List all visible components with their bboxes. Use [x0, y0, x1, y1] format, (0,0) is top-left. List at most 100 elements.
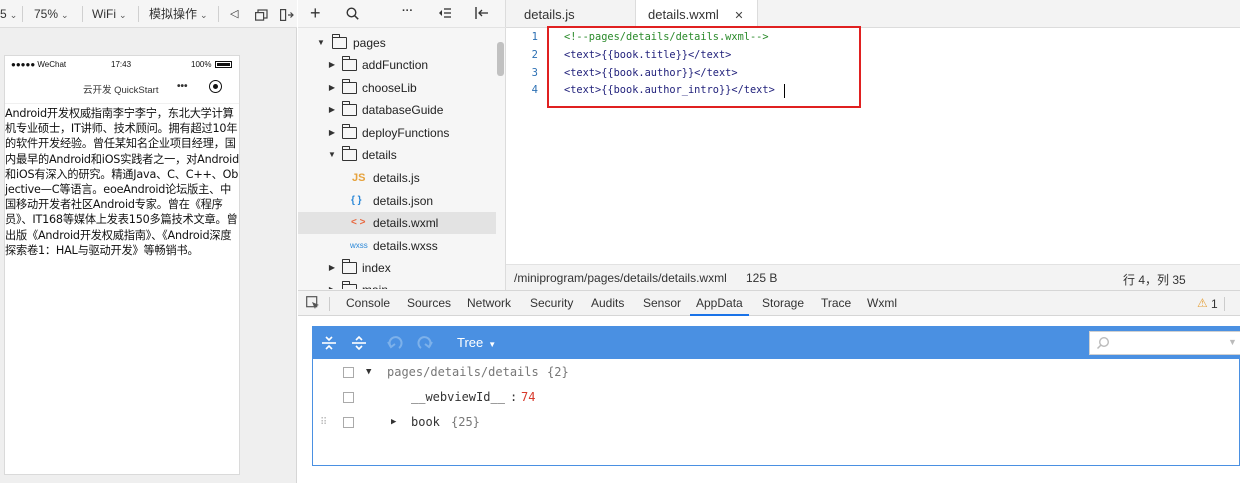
caret-down-icon: ▼	[488, 340, 497, 349]
row-checkbox[interactable]	[343, 392, 354, 403]
folder-icon	[341, 79, 357, 94]
close-capsule-icon[interactable]	[209, 80, 222, 93]
folder-icon	[341, 56, 357, 71]
network-label: WiFi	[92, 7, 116, 21]
appdata-row-book[interactable]: ⠿ ▶ book {25}	[313, 410, 1239, 435]
tab-network[interactable]: Network	[467, 291, 511, 316]
cursor-position[interactable]: 行 4，列 35	[1123, 271, 1186, 288]
chevron-right-icon: ▶	[328, 263, 336, 272]
tree-item-label: main	[362, 279, 388, 289]
chevron-down-icon: ▼	[317, 38, 325, 47]
mute-icon[interactable]: ◁	[230, 0, 238, 28]
tab-security[interactable]: Security	[530, 291, 573, 316]
tab-label: details.wxml	[648, 7, 719, 22]
tab-storage[interactable]: Storage	[762, 291, 804, 316]
tree-folder-pages[interactable]: ▼ pages	[298, 32, 496, 54]
redo-icon[interactable]	[416, 335, 434, 354]
folder-icon	[341, 124, 357, 139]
battery-icon	[215, 61, 232, 68]
divider	[82, 6, 83, 22]
data-count: {2}	[547, 365, 569, 379]
nav-title: 云开发 QuickStart	[83, 85, 159, 96]
folder-icon	[341, 259, 357, 274]
warning-icon[interactable]: ⚠	[1197, 296, 1208, 310]
file-size: 125 B	[746, 271, 778, 285]
chevron-right-icon: ▶	[328, 83, 336, 92]
tree-file-details-wxss[interactable]: wxss details.wxss	[298, 235, 496, 257]
json-file-icon: { }	[351, 195, 362, 206]
sort-icon[interactable]	[438, 7, 452, 22]
operation-label: 模拟操作	[149, 7, 198, 21]
tree-folder-index[interactable]: ▶ index	[298, 257, 496, 279]
tab-details-wxml[interactable]: details.wxml ✕	[635, 0, 758, 29]
devtools-tab-bar: Console Sources Network Security Audits …	[298, 290, 1240, 316]
data-value[interactable]: 74	[521, 385, 535, 410]
search-icon[interactable]	[346, 7, 359, 23]
tree-folder-chooselib[interactable]: ▶ chooseLib	[298, 77, 496, 99]
tree-folder-details[interactable]: ▼ details	[298, 144, 496, 166]
appdata-row-root[interactable]: ▼ pages/details/details {2}	[313, 360, 1239, 385]
tree-file-details-js[interactable]: JS details.js	[298, 167, 496, 189]
row-checkbox[interactable]	[343, 417, 354, 428]
chevron-down-icon[interactable]: ▼	[366, 360, 371, 385]
phone-status-bar: ●●●●● WeChat 17:43 100%	[5, 56, 239, 74]
search-icon	[1096, 336, 1110, 353]
tree-item-label: deployFunctions	[362, 126, 450, 140]
zoom-select[interactable]: 75% ⌄	[34, 0, 69, 28]
folder-icon	[341, 281, 357, 289]
tree-file-details-wxml[interactable]: < > details.wxml	[298, 212, 496, 234]
editor-status-bar: /miniprogram/pages/details/details.wxml …	[506, 264, 1240, 290]
tree-item-label: details.js	[373, 171, 420, 185]
search-input[interactable]: ▼	[1089, 331, 1240, 355]
line-number: 1	[531, 31, 538, 43]
book-intro-text: Android开发权威指南李宁李宁，东北大学计算机专业硕士，IT讲师、技术顾问。…	[5, 107, 239, 257]
tab-wxml[interactable]: Wxml	[867, 291, 897, 316]
chevron-right-icon[interactable]: ▶	[391, 410, 396, 435]
tree-folder-deployfunctions[interactable]: ▶ deployFunctions	[298, 122, 496, 144]
undo-icon[interactable]	[386, 335, 404, 354]
collapse-all-icon[interactable]	[351, 335, 367, 354]
tab-sources[interactable]: Sources	[407, 291, 451, 316]
caret-down-icon: ▼	[1228, 337, 1237, 347]
tab-appdata[interactable]: AppData	[690, 291, 749, 316]
tree-folder-addfunction[interactable]: ▶ addFunction	[298, 54, 496, 76]
file-path: /miniprogram/pages/details/details.wxml	[514, 271, 727, 285]
row-checkbox[interactable]	[343, 367, 354, 378]
tab-sensor[interactable]: Sensor	[643, 291, 681, 316]
tab-audits[interactable]: Audits	[591, 291, 624, 316]
divider	[22, 6, 23, 22]
more-icon[interactable]: •••	[177, 81, 188, 92]
collapse-icon[interactable]	[475, 7, 489, 22]
device-select[interactable]: 5 ⌄	[0, 0, 17, 28]
tree-item-label: details.json	[373, 194, 434, 208]
view-mode-select[interactable]: Tree ▼	[457, 335, 496, 350]
expand-all-icon[interactable]	[321, 335, 337, 354]
data-key: __webviewId__	[411, 390, 505, 404]
simulator-toolbar: 5 ⌄ 75% ⌄ WiFi ⌄ 模拟操作 ⌄ ◁	[0, 0, 297, 28]
tab-console[interactable]: Console	[346, 291, 390, 316]
more-icon[interactable]: ···	[402, 5, 413, 17]
operation-select[interactable]: 模拟操作 ⌄	[149, 0, 208, 28]
appdata-row-webviewid[interactable]: __webviewId__ : 74	[313, 385, 1239, 410]
tree-folder-databaseguide[interactable]: ▶ databaseGuide	[298, 99, 496, 121]
tree-file-details-json[interactable]: { } details.json	[298, 190, 496, 212]
inspect-icon[interactable]	[306, 296, 320, 313]
add-icon[interactable]: +	[310, 3, 321, 24]
close-icon[interactable]: ✕	[734, 10, 743, 22]
tree-folder-main[interactable]: ▶ main	[298, 279, 496, 289]
appdata-toolbar: Tree ▼ ▼	[313, 327, 1240, 359]
drag-handle-icon[interactable]: ⠿	[320, 410, 327, 435]
split-icon[interactable]	[280, 0, 294, 28]
chevron-right-icon: ▶	[328, 128, 336, 137]
explorer-scrollbar[interactable]	[497, 42, 504, 76]
window-icon[interactable]	[255, 0, 268, 28]
warning-count: 1	[1211, 297, 1218, 311]
tree-item-label: details.wxss	[373, 239, 438, 253]
text-cursor	[784, 84, 785, 98]
network-select[interactable]: WiFi ⌄	[92, 0, 127, 28]
tab-details-js[interactable]: details.js	[512, 0, 587, 28]
data-key: book	[411, 415, 440, 429]
appdata-panel: Tree ▼ ▼ ▼ pages/details/details {2} __we…	[312, 326, 1240, 466]
tab-trace[interactable]: Trace	[821, 291, 851, 316]
tree-item-label: details	[362, 148, 397, 162]
